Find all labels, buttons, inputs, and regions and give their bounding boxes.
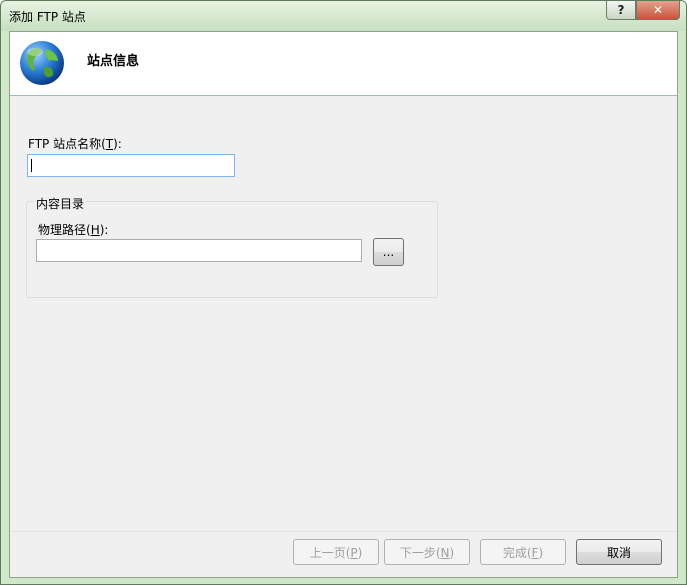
site-name-label: FTP 站点名称(T):	[28, 137, 122, 151]
content-directory-legend: 内容目录	[34, 195, 87, 212]
browse-label: ...	[382, 245, 395, 259]
finish-button[interactable]: 完成(F)	[480, 539, 566, 565]
globe-icon	[20, 41, 64, 85]
page-title: 站点信息	[87, 54, 140, 69]
finish-label: 完成(F)	[502, 545, 544, 560]
next-button[interactable]: 下一步(N)	[384, 539, 470, 565]
previous-button[interactable]: 上一页(P)	[293, 539, 379, 565]
physical-path-label: 物理路径(H):	[38, 223, 109, 237]
help-button[interactable]: ?	[606, 1, 636, 20]
dialog-client-area: 站点信息 FTP 站点名称(T): 内容目录 物理路径(H): ... 上一页(…	[9, 31, 678, 578]
cancel-label: 取消	[606, 545, 631, 560]
title-bar[interactable]: 添加 FTP 站点 ? ✕	[1, 1, 686, 31]
next-label: 下一步(N)	[399, 545, 455, 560]
help-icon: ?	[617, 3, 625, 17]
close-button[interactable]: ✕	[636, 1, 680, 20]
add-ftp-site-dialog: 添加 FTP 站点 ? ✕ 站点信息 FTP 站点名称(T): 内容目录 物理路…	[0, 0, 687, 585]
close-icon: ✕	[652, 3, 664, 17]
wizard-header: 站点信息	[10, 32, 677, 96]
site-name-input[interactable]	[27, 154, 235, 177]
browse-button[interactable]: ...	[373, 238, 404, 266]
physical-path-input[interactable]	[36, 239, 362, 262]
cancel-button[interactable]: 取消	[576, 539, 662, 565]
previous-label: 上一页(P)	[309, 545, 363, 560]
text-caret	[31, 159, 32, 172]
footer-separator	[10, 531, 677, 532]
window-title: 添加 FTP 站点	[9, 10, 86, 24]
